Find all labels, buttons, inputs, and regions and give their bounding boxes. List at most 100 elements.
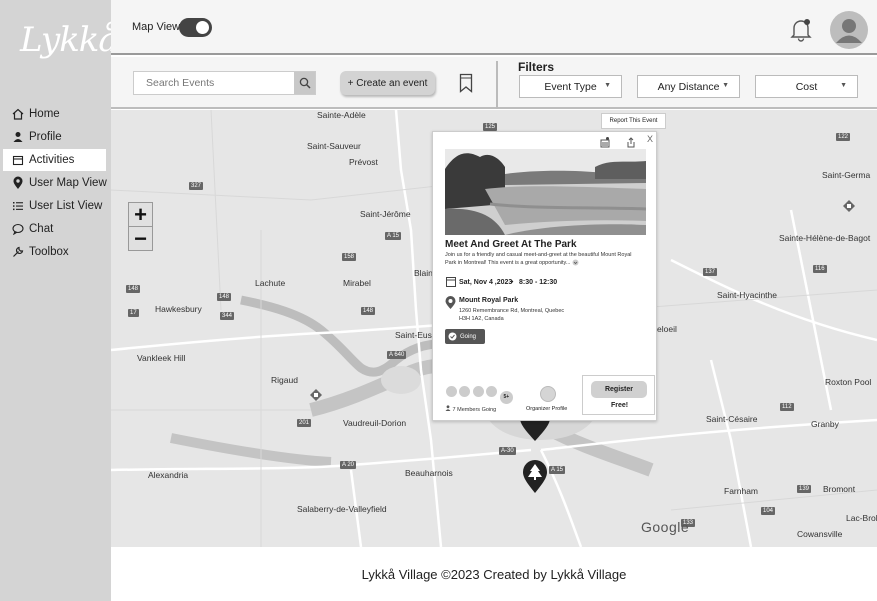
map-place-label: Lachute — [255, 278, 286, 288]
sidebar-nav: Home Profile Activities User Map View Us… — [3, 103, 111, 264]
event-pin-tree-icon[interactable] — [522, 460, 548, 494]
toggle-knob — [196, 21, 209, 34]
bookmark-icon[interactable] — [459, 73, 473, 98]
map-place-label: Salaberry-de-Valleyfield — [297, 504, 387, 514]
close-icon[interactable]: X — [647, 134, 653, 144]
sidebar-item-profile[interactable]: Profile — [3, 126, 111, 148]
route-shield: 17 — [128, 309, 139, 317]
toolbar-divider — [496, 61, 498, 109]
member-avatars[interactable]: 5+ — [445, 385, 514, 405]
search-box — [133, 71, 316, 95]
sidebar: Lykkå Home Profile Activities User Map V… — [0, 0, 119, 601]
event-date: Sat, Nov 4 ,2023 — [459, 279, 513, 286]
user-avatar[interactable] — [830, 11, 868, 49]
notification-bell-icon[interactable] — [790, 18, 812, 42]
map-place-label: Farnham — [724, 486, 759, 496]
event-popup-card: X Meet And Greet At The Park Join us for… — [432, 131, 657, 421]
register-button[interactable]: Register — [591, 381, 647, 398]
organizer-profile-link[interactable]: Organizer Profile — [526, 406, 567, 412]
route-shield: 148 — [126, 285, 141, 293]
dot-separator-icon: • — [511, 279, 514, 286]
person-icon — [11, 131, 25, 143]
route-shield: A-30 — [499, 447, 516, 455]
sidebar-item-label: User List View — [29, 200, 103, 212]
sidebar-item-toolbox[interactable]: Toolbox — [3, 241, 111, 263]
sidebar-item-label: User Map View — [29, 177, 107, 189]
member-more-badge: 5+ — [498, 390, 514, 405]
sidebar-item-activities[interactable]: Activities — [3, 149, 106, 171]
map-place-label: Saint-Sauveur — [307, 141, 361, 151]
map-view-label: Map View — [132, 21, 181, 33]
map-place-label: Hawkesbury — [155, 304, 202, 314]
chevron-down-icon: ▼ — [604, 82, 611, 89]
map-place-label: Blain — [414, 268, 433, 278]
google-logo: Google — [641, 519, 690, 535]
report-event-tooltip[interactable]: Report This Event — [601, 113, 666, 129]
search-input[interactable] — [134, 72, 294, 94]
sidebar-item-user-list-view[interactable]: User List View — [3, 195, 111, 217]
filter-distance[interactable]: Any Distance ▼ — [637, 75, 740, 98]
filter-cost[interactable]: Cost ▼ — [755, 75, 858, 98]
event-title: Meet And Greet At The Park — [445, 239, 577, 250]
expand-icon[interactable] — [572, 259, 579, 266]
list-icon — [11, 200, 25, 212]
event-time: 8:30 - 12:30 — [519, 279, 558, 286]
map-place-label: Sainte-Hélène-de-Bagot — [779, 233, 871, 243]
map-pin-icon — [11, 176, 25, 190]
app-logo[interactable]: Lykkå — [20, 20, 119, 60]
route-shield: 344 — [220, 312, 235, 320]
route-shield: 201 — [297, 419, 312, 427]
zoom-in-button[interactable]: + — [129, 202, 152, 227]
sidebar-item-user-map-view[interactable]: User Map View — [3, 172, 111, 194]
route-shield: A 640 — [387, 351, 407, 359]
filter-event-type[interactable]: Event Type ▼ — [519, 75, 622, 98]
route-shield: 125 — [483, 123, 498, 131]
map-place-label: Mirabel — [343, 278, 371, 288]
event-price: Free! — [610, 402, 629, 409]
members-going-label: 7 Members Going — [452, 407, 497, 413]
zoom-out-button[interactable]: − — [129, 226, 152, 251]
calendar-icon — [446, 277, 456, 287]
sidebar-item-label: Toolbox — [29, 246, 69, 258]
map-view-toggle[interactable] — [179, 18, 212, 37]
share-icon[interactable] — [626, 137, 636, 148]
route-shield: 158 — [342, 253, 357, 261]
route-shield: 104 — [761, 507, 776, 515]
members-going: 7 Members Going — [445, 405, 496, 413]
address-line-1: 1260 Remembrance Rd, Montreal, Quebec — [459, 308, 565, 314]
search-button[interactable] — [294, 72, 315, 94]
map-place-label: eloeil — [657, 324, 677, 334]
route-shield: 112 — [780, 403, 794, 411]
route-shield: A 15 — [549, 466, 566, 474]
organizer-avatar[interactable] — [540, 386, 556, 402]
event-photo — [445, 149, 646, 235]
event-address: 1260 Remembrance Rd, Montreal, Quebec H3… — [459, 307, 619, 323]
park-marker-icon[interactable] — [309, 388, 323, 402]
map-place-label: Saint-Césaire — [706, 414, 758, 424]
sidebar-item-label: Profile — [29, 131, 62, 143]
sidebar-item-label: Home — [29, 108, 60, 120]
sidebar-item-label: Chat — [29, 223, 54, 235]
map-place-label: Bromont — [823, 484, 856, 494]
address-line-2: H3H 1A2, Canada — [459, 316, 504, 322]
route-shield: 116 — [813, 265, 827, 273]
sidebar-item-home[interactable]: Home — [3, 103, 111, 125]
create-event-button[interactable]: + Create an event — [340, 71, 435, 95]
sidebar-item-label: Activities — [29, 154, 75, 166]
home-icon — [11, 108, 25, 120]
map-place-label: Vaudreuil-Dorion — [343, 418, 407, 428]
event-venue: Mount Royal Park — [459, 297, 519, 304]
filters-title: Filters — [518, 60, 555, 74]
park-marker-icon[interactable] — [842, 199, 856, 213]
sidebar-item-chat[interactable]: Chat — [3, 218, 111, 240]
route-shield: 148 — [361, 307, 376, 315]
calendar-icon — [11, 154, 25, 166]
going-badge[interactable]: Going — [445, 329, 485, 344]
route-shield: 139 — [797, 485, 812, 493]
going-label: Going — [460, 333, 477, 340]
member-avatar — [458, 385, 472, 398]
map-place-label: Saint-Jérôme — [360, 209, 411, 219]
filter-label: Event Type — [544, 80, 597, 93]
map-place-label: Vankleek Hill — [137, 353, 186, 363]
report-flag-icon[interactable] — [600, 137, 610, 148]
